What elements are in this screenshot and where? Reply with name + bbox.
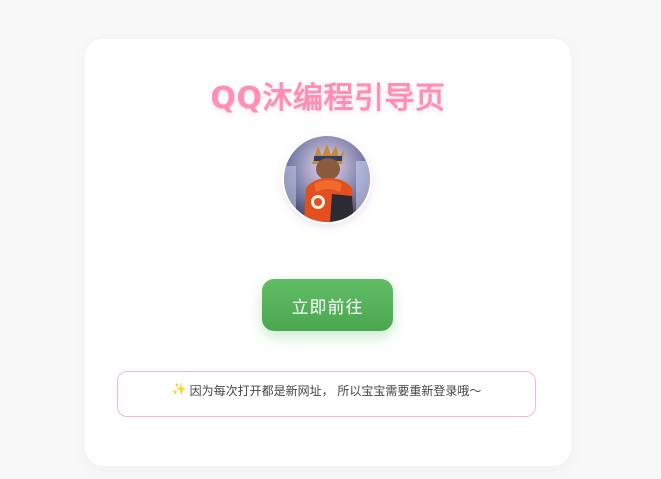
relogin-notice: ✨ 因为每次打开都是新网址， 所以宝宝需要重新登录哦～ [117, 371, 536, 417]
sparkles-icon: ✨ [171, 382, 187, 396]
notice-text: 因为每次打开都是新网址， 所以宝宝需要重新登录哦～ [189, 384, 482, 398]
avatar [284, 136, 370, 222]
page-title: QQ沐编程引导页 [210, 81, 446, 116]
go-now-button[interactable]: 立即前往 [262, 279, 393, 331]
guide-card: QQ沐编程引导页 立即前往 ✨ 因为每次打开都是新网址， 所以宝宝需要重新登录哦… [85, 39, 571, 466]
anime-character-avatar-icon [284, 136, 370, 222]
